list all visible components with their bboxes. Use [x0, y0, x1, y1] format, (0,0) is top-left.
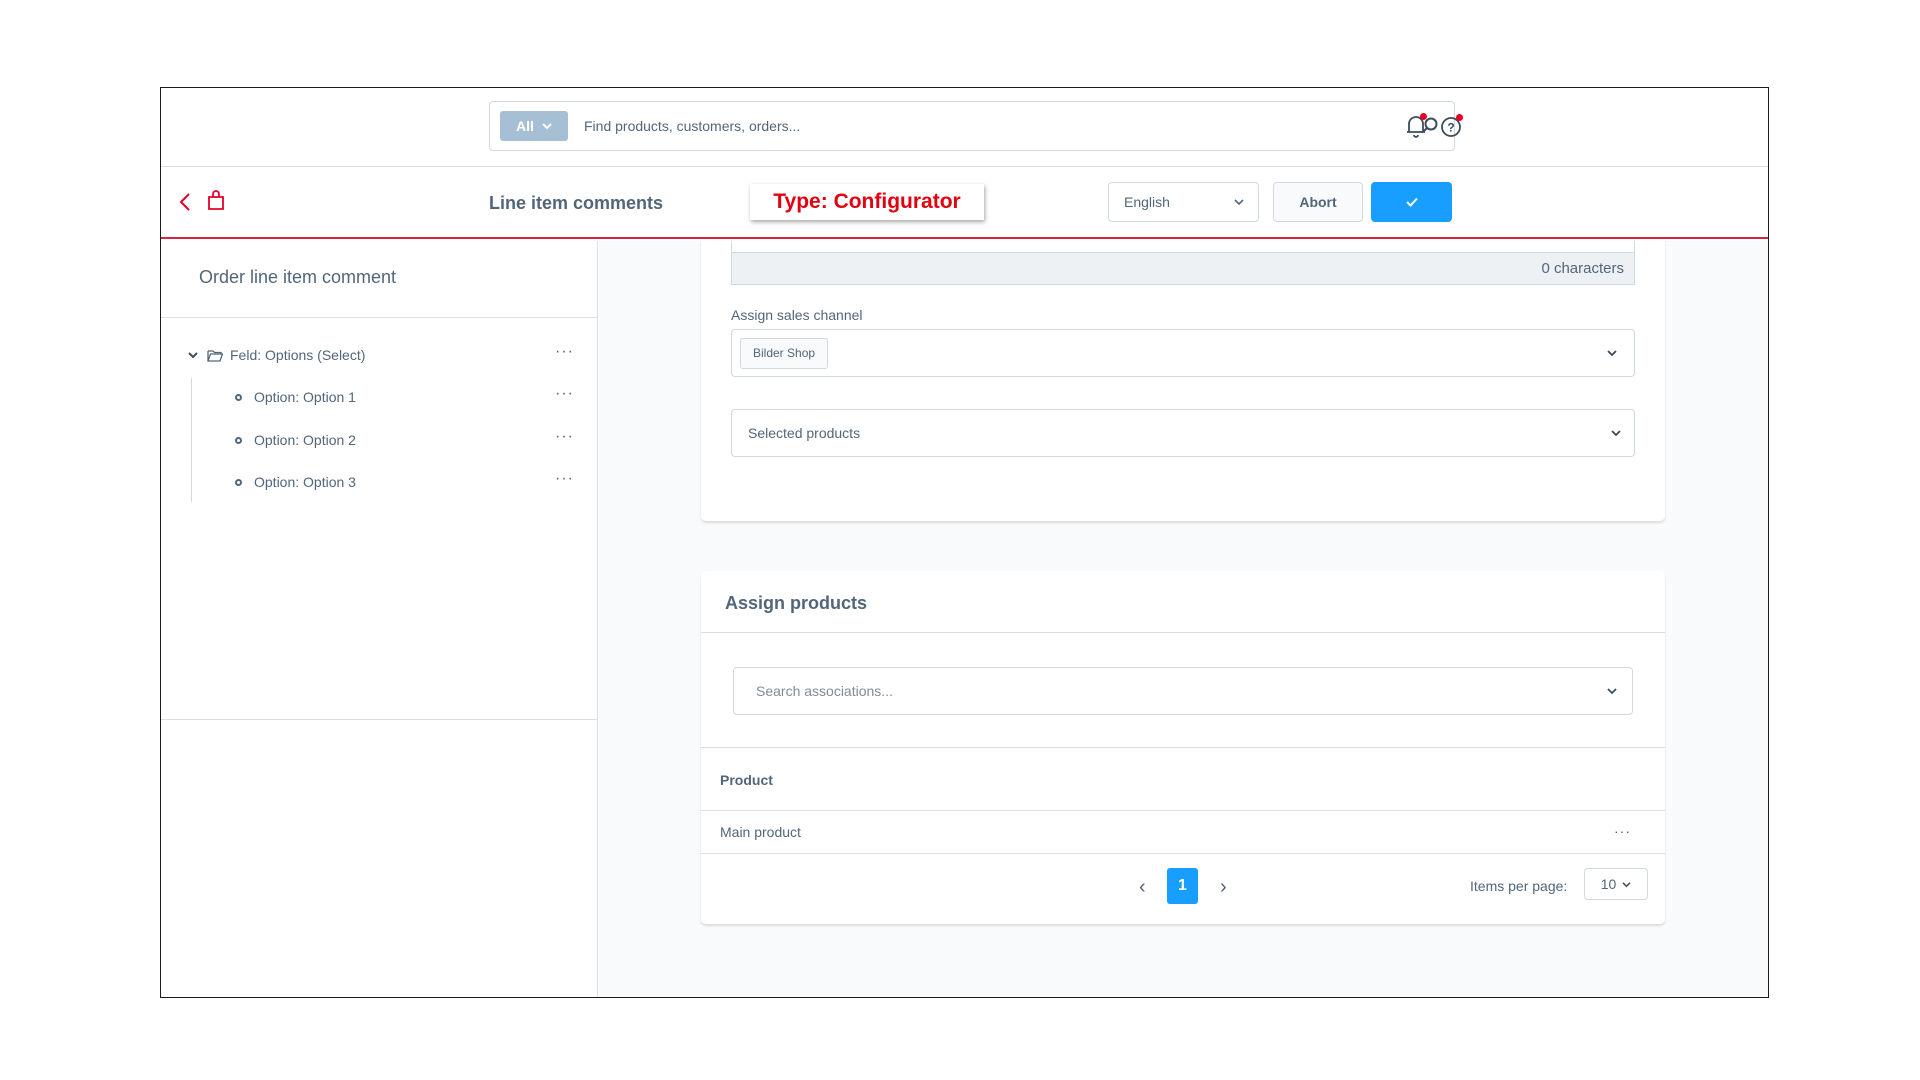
search-type-dropdown[interactable]: All	[500, 111, 568, 141]
character-count: 0 characters	[732, 252, 1634, 284]
chevron-down-icon	[1611, 430, 1621, 437]
search-type-label: All	[516, 118, 534, 134]
tree-item-label: Option: Option 3	[254, 474, 356, 490]
option-tree: Feld: Options (Select) ··· Option: Optio…	[161, 318, 597, 720]
product-name: Main product	[720, 824, 801, 840]
sales-channel-tag[interactable]: Bilder Shop	[740, 337, 829, 369]
save-button[interactable]	[1371, 182, 1452, 222]
context-menu-icon[interactable]: ···	[555, 471, 574, 487]
column-header-product[interactable]: Product	[701, 747, 1665, 811]
assign-products-card: Assign products Product Main product ···…	[701, 571, 1665, 924]
tree-item-label: Option: Option 1	[254, 389, 356, 405]
smart-bar: Line item comments Type: Configurator En…	[161, 167, 1768, 239]
chevron-right-icon[interactable]: ›	[1220, 876, 1227, 899]
items-per-page-value: 10	[1600, 876, 1617, 892]
chevron-down-icon	[1234, 199, 1244, 206]
page-title: Line item comments	[489, 193, 664, 213]
comment-textarea-footer: 0 characters	[731, 241, 1635, 285]
bullet-icon	[235, 436, 242, 444]
shopping-bag-icon	[208, 190, 224, 210]
main-content: 0 characters Assign sales channel Bilder…	[599, 241, 1768, 997]
sales-channel-select[interactable]: Bilder Shop	[731, 329, 1635, 377]
help-icon[interactable]: ?	[1438, 113, 1464, 139]
items-per-page-label: Items per page:	[1470, 878, 1568, 894]
selected-products-select[interactable]: Selected products	[731, 409, 1635, 457]
page-button[interactable]: 1	[1167, 868, 1198, 904]
sales-channel-label: Assign sales channel	[731, 307, 863, 323]
pagination: ‹ 1 › Items per page: 10	[701, 854, 1665, 924]
row-actions-icon[interactable]: ···	[1614, 823, 1631, 839]
selected-products-label: Selected products	[748, 425, 861, 441]
chevron-down-icon	[1622, 881, 1631, 887]
tree-item-option-2[interactable]: Option: Option 2 ···	[161, 425, 598, 455]
notifications-bell-icon[interactable]	[1403, 113, 1429, 139]
chevron-down-icon	[1607, 688, 1617, 695]
folder-open-icon	[207, 349, 223, 362]
items-per-page-select[interactable]: 10	[1584, 868, 1648, 900]
language-value: English	[1124, 194, 1170, 210]
app-window: All ? Line item comments Type: Configura…	[160, 87, 1769, 998]
tree-item-label: Option: Option 2	[254, 432, 356, 448]
tree-item-label: Feld: Options (Select)	[230, 347, 366, 363]
chevron-down-icon	[1607, 350, 1617, 357]
chevron-down-icon[interactable]	[187, 350, 199, 360]
association-search-input[interactable]	[756, 668, 1576, 714]
context-menu-icon[interactable]: ···	[555, 344, 574, 360]
svg-text:?: ?	[1447, 121, 1454, 135]
help-dot	[1456, 114, 1463, 121]
context-menu-icon[interactable]: ···	[555, 386, 574, 402]
tree-item-option-1[interactable]: Option: Option 1 ···	[161, 382, 598, 412]
comment-settings-card: 0 characters Assign sales channel Bilder…	[701, 241, 1665, 521]
context-menu-icon[interactable]: ···	[555, 429, 574, 445]
search-input[interactable]	[584, 102, 1384, 150]
abort-button[interactable]: Abort	[1273, 182, 1363, 222]
language-select[interactable]: English	[1108, 182, 1259, 222]
notification-dot	[1420, 113, 1427, 120]
table-row: Main product ···	[701, 811, 1665, 854]
tree-item-root[interactable]: Feld: Options (Select) ···	[161, 340, 598, 370]
checkmark-icon	[1405, 197, 1418, 207]
tree-item-option-3[interactable]: Option: Option 3 ···	[161, 467, 598, 497]
type-annotation-label: Type: Configurator	[750, 184, 984, 220]
chevron-down-icon	[542, 123, 552, 130]
top-bar: All ?	[161, 88, 1768, 167]
chevron-left-icon[interactable]: ‹	[1139, 876, 1146, 899]
bullet-icon	[235, 393, 242, 401]
back-arrow-icon[interactable]	[177, 191, 195, 213]
global-search: All	[489, 101, 1455, 151]
association-search[interactable]	[733, 667, 1633, 715]
sidebar: Order line item comment Feld: Options (S…	[161, 241, 598, 997]
assign-products-title: Assign products	[701, 571, 1665, 633]
bullet-icon	[235, 478, 242, 486]
sidebar-title: Order line item comment	[161, 241, 597, 318]
